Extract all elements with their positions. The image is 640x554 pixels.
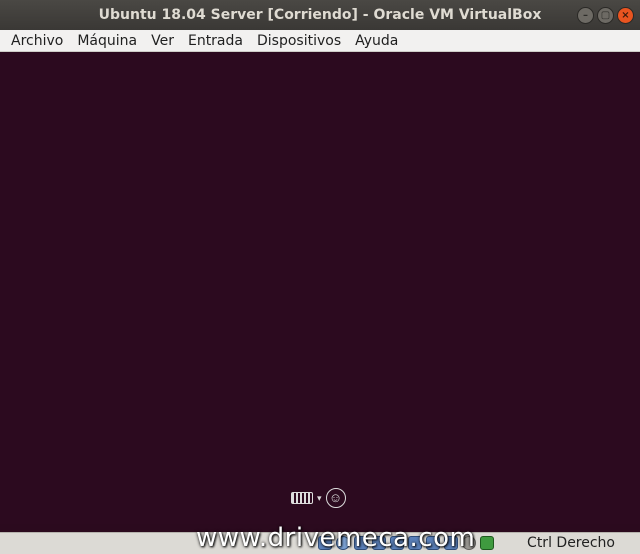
host-key-arrow-icon [480,536,494,550]
menu-ver[interactable]: Ver [144,30,181,52]
menu-maquina[interactable]: Máquina [70,30,144,52]
menu-entrada[interactable]: Entrada [181,30,250,52]
keyboard-icon[interactable] [291,492,313,504]
accessibility-icon[interactable]: ☺ [325,488,346,508]
window-title: Ubuntu 18.04 Server [Corriendo] - Oracle… [98,7,542,23]
menu-dispositivos[interactable]: Dispositivos [250,30,348,52]
watermark: www.drivemeca.com [196,523,476,553]
maximize-button[interactable]: ▢ [597,7,614,24]
menu-ayuda[interactable]: Ayuda [348,30,405,52]
login-accessibility-bar: ▾ ☺ [291,488,346,508]
arrow-icon: ▾ [317,492,322,503]
window-titlebar[interactable]: Ubuntu 18.04 Server [Corriendo] - Oracle… [0,0,640,30]
window-controls: – ▢ × [577,7,634,24]
vm-display[interactable]: ▾ ☺ [0,52,640,524]
minimize-button[interactable]: – [577,7,594,24]
menubar: Archivo Máquina Ver Entrada Dispositivos… [0,30,640,52]
host-key-label: Ctrl Derecho [527,535,615,551]
menu-archivo[interactable]: Archivo [4,30,70,52]
close-button[interactable]: × [617,7,634,24]
